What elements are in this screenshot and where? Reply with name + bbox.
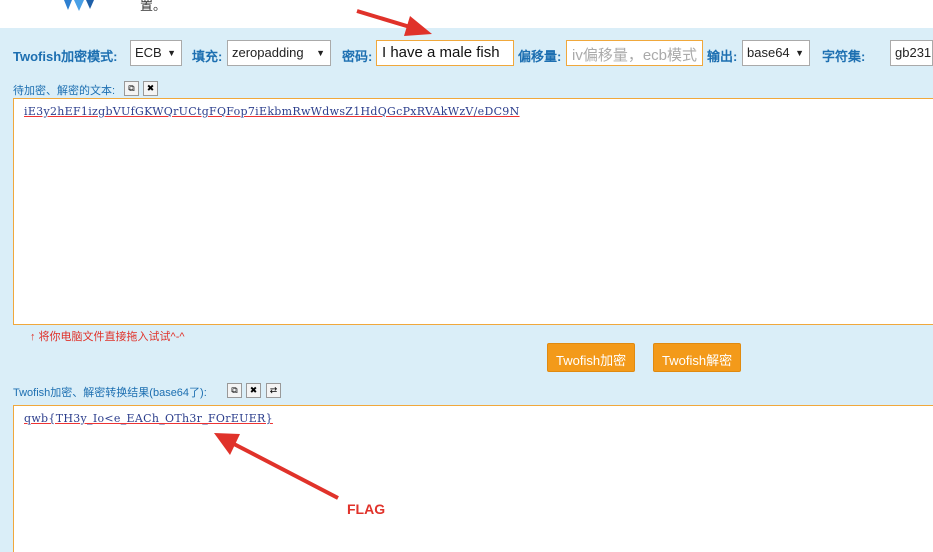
padding-label: 填充: [192,49,223,64]
top-bar: 置。 [0,0,933,28]
password-label: 密码: [342,49,373,64]
charset-select[interactable]: gb231 [890,40,933,66]
charset-select-value: gb231 [895,45,932,60]
output-label: 输出: [707,49,738,64]
iv-label: 偏移量: [518,49,562,64]
output-select-value: base64 [747,45,790,60]
flag-annotation-label: FLAG [347,501,386,517]
output-textarea[interactable]: qwb{TH3y_Io<e_EACh_OTh3r_FOrEUER} [13,405,933,552]
chevron-down-icon: ▼ [167,48,176,58]
mode-select[interactable]: ECB ▼ [130,40,182,66]
padding-select-value: zeropadding [232,45,304,60]
input-text-label: 待加密、解密的文本: [13,85,116,97]
output-text-label: Twofish加密、解密转换结果(base64了): [13,387,207,399]
chevron-down-icon: ▼ [795,48,804,58]
decrypt-button[interactable]: Twofish解密 [653,343,742,372]
copy-icon[interactable]: ⧉ [227,383,242,398]
mode-select-value: ECB [135,45,162,60]
clear-icon[interactable]: ✖ [246,383,261,398]
output-text-content: qwb{TH3y_Io<e_EACh_OTh3r_FOrEUER} [24,412,273,425]
copy-icon[interactable]: ⧉ [124,81,139,96]
logo-icon [64,0,94,11]
chevron-down-icon: ▼ [316,48,325,58]
input-textarea[interactable]: iE3y2hEF1izgbVUfGKWQrUCtgFQFop7iEkbmRwWd… [13,98,933,325]
mode-label: Twofish加密模式: [13,49,118,64]
charset-label: 字符集: [822,49,866,64]
swap-icon[interactable]: ⇄ [266,383,281,398]
iv-input[interactable]: iv偏移量，ecb模式 [566,40,703,66]
input-text-content: iE3y2hEF1izgbVUfGKWQrUCtgFQFop7iEkbmRwWd… [24,105,520,118]
clear-icon[interactable]: ✖ [143,81,158,96]
password-input[interactable]: I have a male fish [376,40,514,66]
padding-select[interactable]: zeropadding ▼ [227,40,331,66]
topbar-text: 置。 [140,0,167,13]
drag-hint: ↑ 将你电脑文件直接拖入试试^-^ [30,331,185,343]
encrypt-button[interactable]: Twofish加密 [547,343,636,372]
output-select[interactable]: base64 ▼ [742,40,810,66]
